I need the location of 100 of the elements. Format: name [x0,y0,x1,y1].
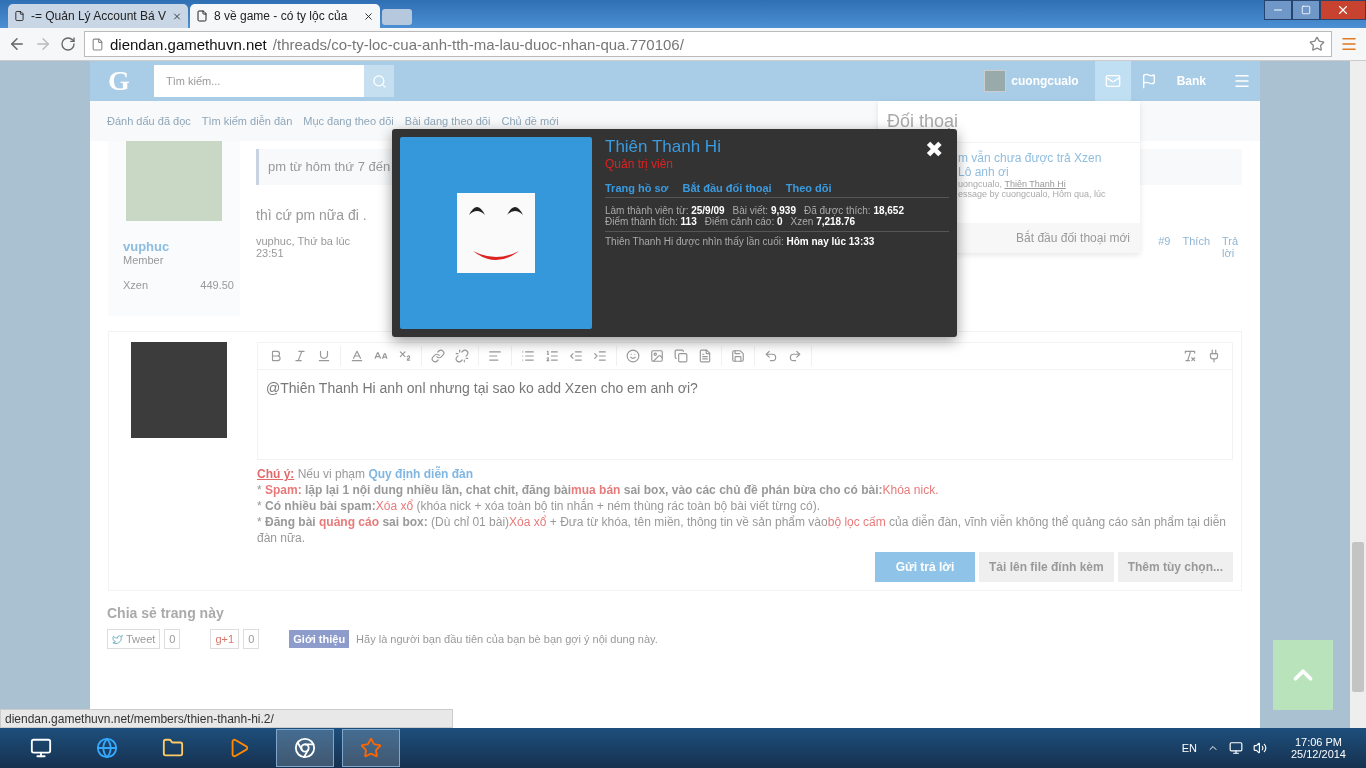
stat-value: 449.50 [200,279,234,291]
italic-icon [293,348,307,363]
unlink-icon [455,348,469,363]
reload-icon[interactable] [60,36,76,52]
close-button[interactable] [1320,0,1366,20]
text-color-icon [350,348,364,363]
reply-field[interactable]: @Thiên Thanh Hi anh onl nhưng tại sao ko add Xzen cho em anh ơi? [257,369,1233,460]
maximize-button[interactable] [1292,0,1320,20]
member-stat: Điểm cảnh cáo: 0 [704,216,783,227]
member-stat: Xzen 7,218.76 [790,216,856,227]
document-icon [698,348,712,363]
plug-icon [1207,348,1221,363]
conversation-subject[interactable]: Lô anh ơi [958,165,1009,179]
redo-icon [788,348,802,363]
flag-icon [1140,73,1157,89]
option-button[interactable]: Thêm tùy chọn... [1117,552,1233,582]
rules-link[interactable]: Quy định diễn đàn [368,467,474,481]
globe-icon [96,737,118,759]
gplus-count: 0 [243,629,260,649]
language-indicator[interactable]: EN [1181,742,1197,754]
search-icon [371,73,387,89]
url-path: /threads/co-ty-loc-cua-anh-tth-ma-lau-duoc-nhan-qua.770106/ [272,35,684,53]
menu-icon [1233,72,1251,90]
volume-icon[interactable] [1252,741,1267,755]
share-title: Chia sẻ trang này [107,605,225,621]
game-button[interactable] [342,729,400,767]
monitor-icon [30,737,52,759]
folder-icon [162,737,184,759]
page-icon [14,10,25,22]
page-icon [196,10,208,22]
post-number: #9 [1158,235,1171,247]
subscript-icon [398,348,412,363]
rule-line: * Có nhiều bài spam:Xóa xổ (khóa nick + xóa toàn bộ tin nhắn + ném thùng rác toàn bộ bài viết từng có). [257,498,822,514]
status-url: diendan.gamethuvn.net/members/thien-thanh-hi.2/ [0,709,453,728]
page-icon [91,37,104,51]
like-button[interactable]: Giới thiệu [289,630,350,648]
indent-icon [593,348,607,363]
rule-line: Chú ý: Nếu vi phạm Quy định diễn đàn [257,466,475,482]
member-link[interactable]: Bắt đầu đối thoại [682,182,772,194]
save-icon [731,348,745,363]
maximize-icon [1301,5,1311,15]
bird-icon [112,633,123,645]
user-avatar [984,70,1007,92]
subnav-link[interactable]: Chủ đề mới [501,115,559,127]
clock[interactable]: 17:06 PM 25/12/2014 [1290,736,1346,760]
bank-link[interactable]: Bank [1176,74,1206,88]
copy-icon [674,348,688,363]
search-field[interactable]: Tìm kiếm... [154,65,364,97]
close-icon [1336,3,1350,17]
remove-format-icon [1183,348,1197,363]
username[interactable]: cuongcualo [1011,74,1079,88]
last-seen: Thiên Thanh Hi được nhìn thấy lần cuối: Hôm nay lúc 13:33 [605,236,875,247]
back-icon[interactable] [8,35,26,53]
browser-tab[interactable]: -= Quản Lý Account Bá V [8,4,188,28]
member-link[interactable]: Theo dõi [785,182,832,194]
reply-link[interactable]: Trả lời [1222,235,1242,259]
browser-tab[interactable]: 8 về game - có ty lộc của [190,4,380,28]
url-host: diendan.gamethuvn.net [110,35,267,53]
option-button[interactable]: Tải lên file đính kèm [978,552,1114,582]
post-time: 23:51 [256,247,284,259]
post-meta: vuphuc, Thứ ba lúc [256,235,350,247]
network-icon[interactable] [1228,741,1243,755]
author-name[interactable]: vuphuc [123,239,240,254]
conversation-meta: essage by cuongcualo, Hôm qua, lúc [958,189,1106,199]
browser-icon [294,737,316,759]
link-icon [431,348,445,363]
gplus-button[interactable]: g+1 [210,629,240,649]
minimize-button[interactable] [1264,0,1292,20]
close-icon [172,10,182,22]
like-link[interactable]: Thích [1182,235,1210,247]
site-logo[interactable]: G [108,65,154,97]
post-message: thì cứ pm nữa đi . [256,207,367,223]
tweet-button[interactable]: Tweet [107,629,161,649]
align-left-icon [488,348,502,363]
user-role: Member [123,254,165,266]
subnav-link[interactable]: Mục đang theo dõi [303,115,394,127]
chrome-button[interactable] [276,729,334,767]
menu-title: Đối thoại [886,110,960,133]
member-stat: Làm thành viên từ: 25/9/09 [605,205,725,216]
member-stat: Đã được thích: 18,652 [803,205,904,216]
mail-button[interactable] [1094,61,1131,101]
subnav-link[interactable]: Đánh dấu đã đọc [107,115,191,127]
subnav-link[interactable]: Tìm kiếm diễn đàn [201,115,293,127]
like-prompt: Hãy là người bạn đầu tiên của bạn bè bạn gợi ý nội dung này. [356,633,658,645]
forward-icon[interactable] [34,35,52,53]
stat-label: Xzen [123,279,149,291]
submit-button[interactable]: Gửi trả lời [874,552,975,582]
numbered-list-icon [545,348,559,363]
bullet-list-icon [521,348,535,363]
star-icon[interactable] [1309,36,1325,52]
subnav-link[interactable]: Bài đang theo dõi [404,115,491,127]
menu-icon[interactable] [1340,35,1358,53]
address-bar[interactable]: diendan.gamethuvn.net /threads/co-ty-loc-cua-anh-tth-ma-lau-duoc-nhan-qua.770106/ [84,31,1332,57]
conversation-subject[interactable]: m vẫn chưa được trả Xzen [958,151,1102,165]
tweet-count: 0 [164,629,181,649]
smiley-icon [626,348,640,363]
star-icon [360,737,382,759]
member-link[interactable]: Trang hồ sơ [605,182,669,194]
bold-icon [269,348,283,363]
member-stat: Điểm thành tích: 113 [605,216,697,227]
